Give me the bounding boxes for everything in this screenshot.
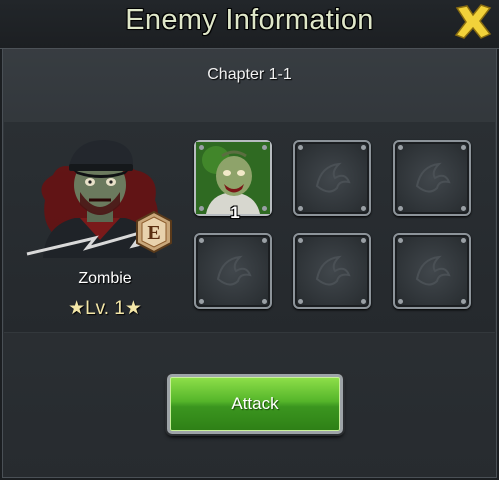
empty-slot-emblem-icon: [315, 255, 351, 286]
enemy-level: ★Lv. 1★: [68, 298, 142, 319]
attack-button-label: Attack: [231, 394, 279, 413]
enemy-name: Zombie: [78, 270, 132, 287]
empty-slot-emblem-icon: [315, 162, 351, 193]
rank-badge: E: [136, 210, 172, 254]
empty-slot-emblem-icon: [415, 255, 451, 286]
drop-slot[interactable]: [393, 140, 471, 216]
drop-slot[interactable]: [393, 233, 471, 309]
drop-count: 1: [230, 203, 240, 222]
drop-slot[interactable]: [293, 140, 371, 216]
attack-button[interactable]: Attack: [167, 374, 343, 434]
drop-slot[interactable]: [194, 233, 272, 309]
empty-slot-emblem-icon: [415, 162, 451, 193]
dialog-title: Enemy Information: [125, 4, 374, 36]
close-icon: [454, 4, 492, 39]
close-button[interactable]: [451, 2, 495, 42]
svg-text:E: E: [147, 222, 160, 244]
chapter-label: Chapter 1-1: [207, 66, 292, 83]
empty-slot-emblem-icon: [216, 255, 252, 286]
title-bar: Enemy Information: [0, 0, 499, 49]
drop-slot[interactable]: [293, 233, 371, 309]
